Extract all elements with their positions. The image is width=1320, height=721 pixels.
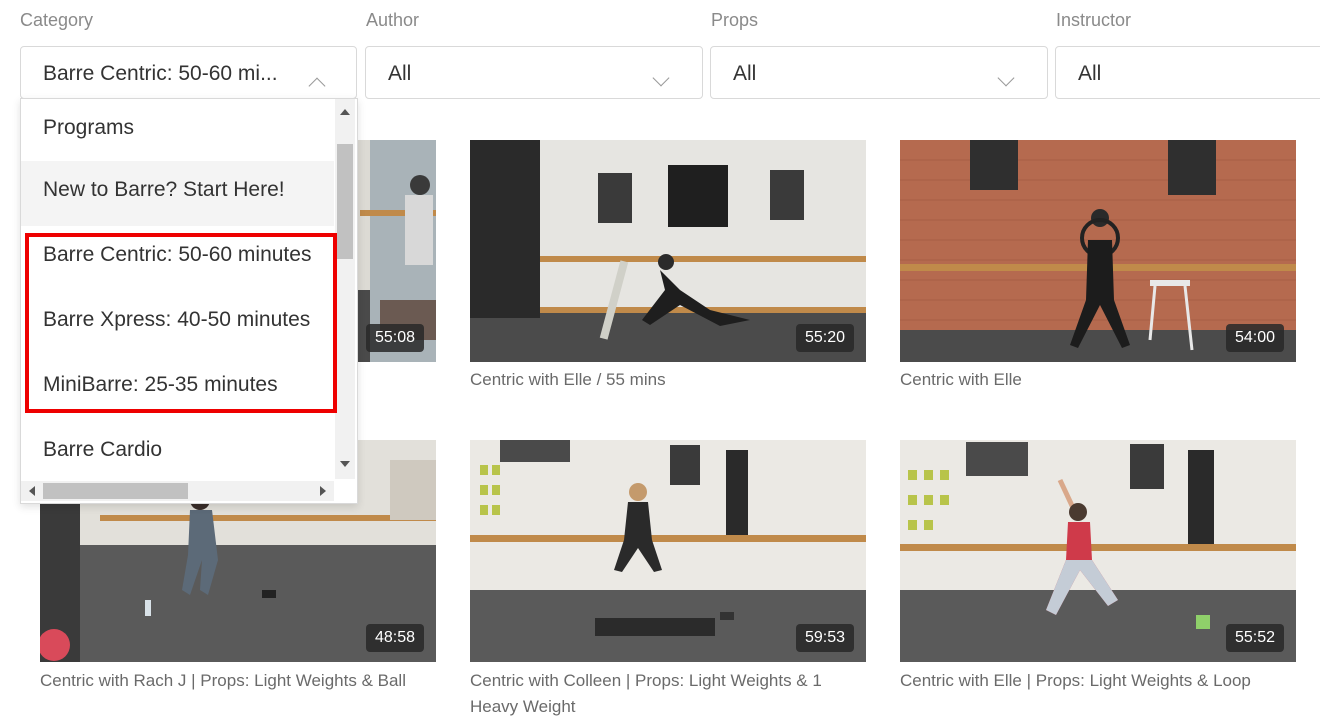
category-select-value: Barre Centric: 50-60 mi... [43, 62, 278, 85]
scroll-left-arrow-icon[interactable] [29, 486, 35, 496]
video-thumbnail[interactable]: 59:53 [470, 440, 866, 662]
dropdown-option-programs[interactable]: Programs [21, 99, 334, 164]
highlight-box [25, 233, 337, 413]
dropdown-option-barre-cardio[interactable]: Barre Cardio [21, 421, 334, 486]
video-caption[interactable]: Centric with Elle [900, 367, 1300, 393]
props-select-value: All [733, 62, 757, 85]
video-thumbnail[interactable]: 54:00 [900, 140, 1296, 362]
chevron-down-icon [652, 69, 670, 87]
props-select[interactable]: All [710, 46, 1048, 99]
duration-badge: 48:58 [365, 624, 424, 652]
video-caption[interactable]: Centric with Elle | Props: Light Weights… [900, 668, 1300, 694]
author-select-value: All [388, 62, 412, 85]
vertical-scrollbar[interactable] [335, 99, 355, 479]
author-select[interactable]: All [365, 46, 703, 99]
video-thumbnail[interactable]: 55:20 [470, 140, 866, 362]
props-label: Props [711, 10, 759, 30]
duration-badge: 59:53 [795, 624, 854, 652]
category-select[interactable]: Barre Centric: 50-60 mi... [20, 46, 357, 99]
instructor-select[interactable]: All [1055, 46, 1320, 99]
category-label: Category [20, 10, 94, 30]
author-label: Author [366, 10, 420, 30]
video-caption[interactable]: Centric with Rach J | Props: Light Weigh… [40, 668, 440, 694]
duration-badge: 55:08 [365, 324, 424, 352]
duration-badge: 54:00 [1225, 324, 1284, 352]
chevron-down-icon [997, 69, 1015, 87]
video-caption[interactable]: Centric with Elle / 55 mins [470, 367, 870, 393]
chevron-up-icon [308, 77, 326, 95]
scroll-up-arrow-icon[interactable] [340, 109, 350, 115]
instructor-label: Instructor [1056, 10, 1132, 30]
scroll-right-arrow-icon[interactable] [320, 486, 326, 496]
horizontal-scrollbar-thumb[interactable] [43, 483, 188, 499]
instructor-select-value: All [1078, 62, 1102, 85]
horizontal-scrollbar[interactable] [21, 481, 334, 501]
duration-badge: 55:20 [795, 324, 854, 352]
video-caption[interactable]: Centric with Colleen | Props: Light Weig… [470, 668, 870, 720]
scroll-down-arrow-icon[interactable] [340, 461, 350, 467]
duration-badge: 55:52 [1225, 624, 1284, 652]
video-thumbnail[interactable]: 55:52 [900, 440, 1296, 662]
vertical-scrollbar-thumb[interactable] [337, 144, 353, 259]
dropdown-option-new-to-barre[interactable]: New to Barre? Start Here! [21, 161, 334, 226]
